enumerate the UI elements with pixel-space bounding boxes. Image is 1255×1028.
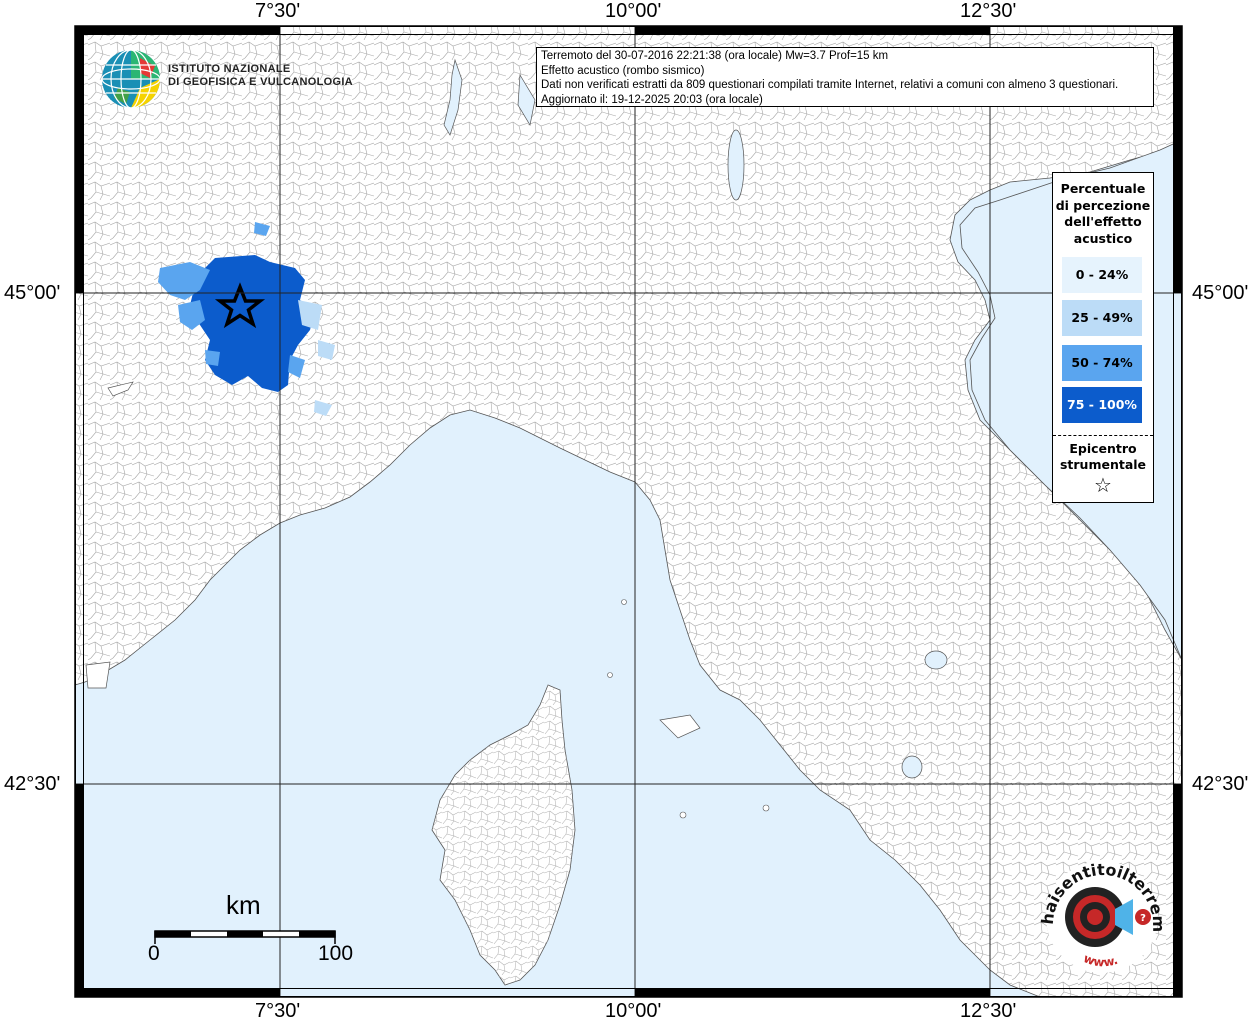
- scale-end-label: 100: [318, 942, 354, 965]
- y-tick-label: 42°30': [4, 773, 61, 795]
- scale-start-label: 0: [148, 942, 160, 965]
- scale-unit: km: [226, 890, 261, 920]
- legend-epicenter-line: strumentale: [1059, 457, 1147, 472]
- legend-epicenter-line: Epicentro: [1069, 441, 1137, 456]
- scale-bar: km 0 100: [148, 890, 378, 980]
- event-data-note: Dati non verificati estratti da 809 ques…: [541, 79, 1119, 91]
- legend-item-25-49: 25 - 49%: [1062, 300, 1142, 336]
- ingv-logo: [100, 48, 162, 114]
- event-info-box: Terremoto del 30-07-2016 22:21:38 (ora l…: [536, 47, 1154, 107]
- event-updated: Aggiornato il: 19-12-2025 20:03 (ora loc…: [541, 93, 763, 106]
- logo-line: ISTITUTO NAZIONALE: [168, 63, 291, 75]
- legend-title-line: dell'effetto: [1064, 214, 1142, 229]
- legend-title: Percentuale di percezione dell'effetto a…: [1053, 181, 1153, 247]
- event-title: Terremoto del 30-07-2016 22:21:38 (ora l…: [541, 50, 889, 62]
- haisentito-badge[interactable]: haisentitoilterremoto.it www. ?: [1035, 855, 1170, 980]
- x-tick-label: 12°30': [960, 1000, 1017, 1022]
- legend-item-50-74: 50 - 74%: [1062, 345, 1142, 381]
- lake-trasimeno: [924, 650, 948, 670]
- x-tick-label: 7°30': [255, 0, 301, 22]
- ingv-logo-text: ISTITUTO NAZIONALE DI GEOFISICA E VULCAN…: [168, 63, 353, 89]
- legend-item-0-24: 0 - 24%: [1062, 257, 1142, 293]
- x-tick-label: 10°00': [605, 1000, 662, 1022]
- event-effect: Effetto acustico (rombo sismico): [541, 64, 705, 77]
- lake-garda: [727, 129, 745, 201]
- x-tick-label: 10°00': [605, 0, 662, 22]
- globe-icon: [101, 49, 161, 109]
- legend-item-75-100: 75 - 100%: [1062, 387, 1142, 423]
- legend: Percentuale di percezione dell'effetto a…: [1052, 172, 1154, 503]
- legend-title-line: Percentuale: [1060, 181, 1146, 196]
- legend-title-line: acustico: [1073, 230, 1133, 246]
- scale-bar-graphic: [154, 930, 336, 944]
- legend-epicenter-label: Epicentro strumentale: [1053, 441, 1153, 473]
- y-tick-label: 45°00': [4, 282, 61, 304]
- legend-divider: [1053, 435, 1153, 436]
- x-tick-label: 7°30': [255, 1000, 301, 1022]
- svg-text:?: ?: [1140, 913, 1146, 924]
- x-tick-label: 12°30': [960, 0, 1017, 22]
- legend-title-line: di percezione: [1055, 197, 1151, 213]
- lake-bolsena: [901, 755, 923, 779]
- y-tick-label: 42°30': [1192, 773, 1249, 795]
- star-icon: ☆: [1094, 473, 1112, 497]
- y-tick-label: 45°00': [1192, 282, 1249, 304]
- logo-line: DI GEOFISICA E VULCANOLOGIA: [168, 76, 353, 88]
